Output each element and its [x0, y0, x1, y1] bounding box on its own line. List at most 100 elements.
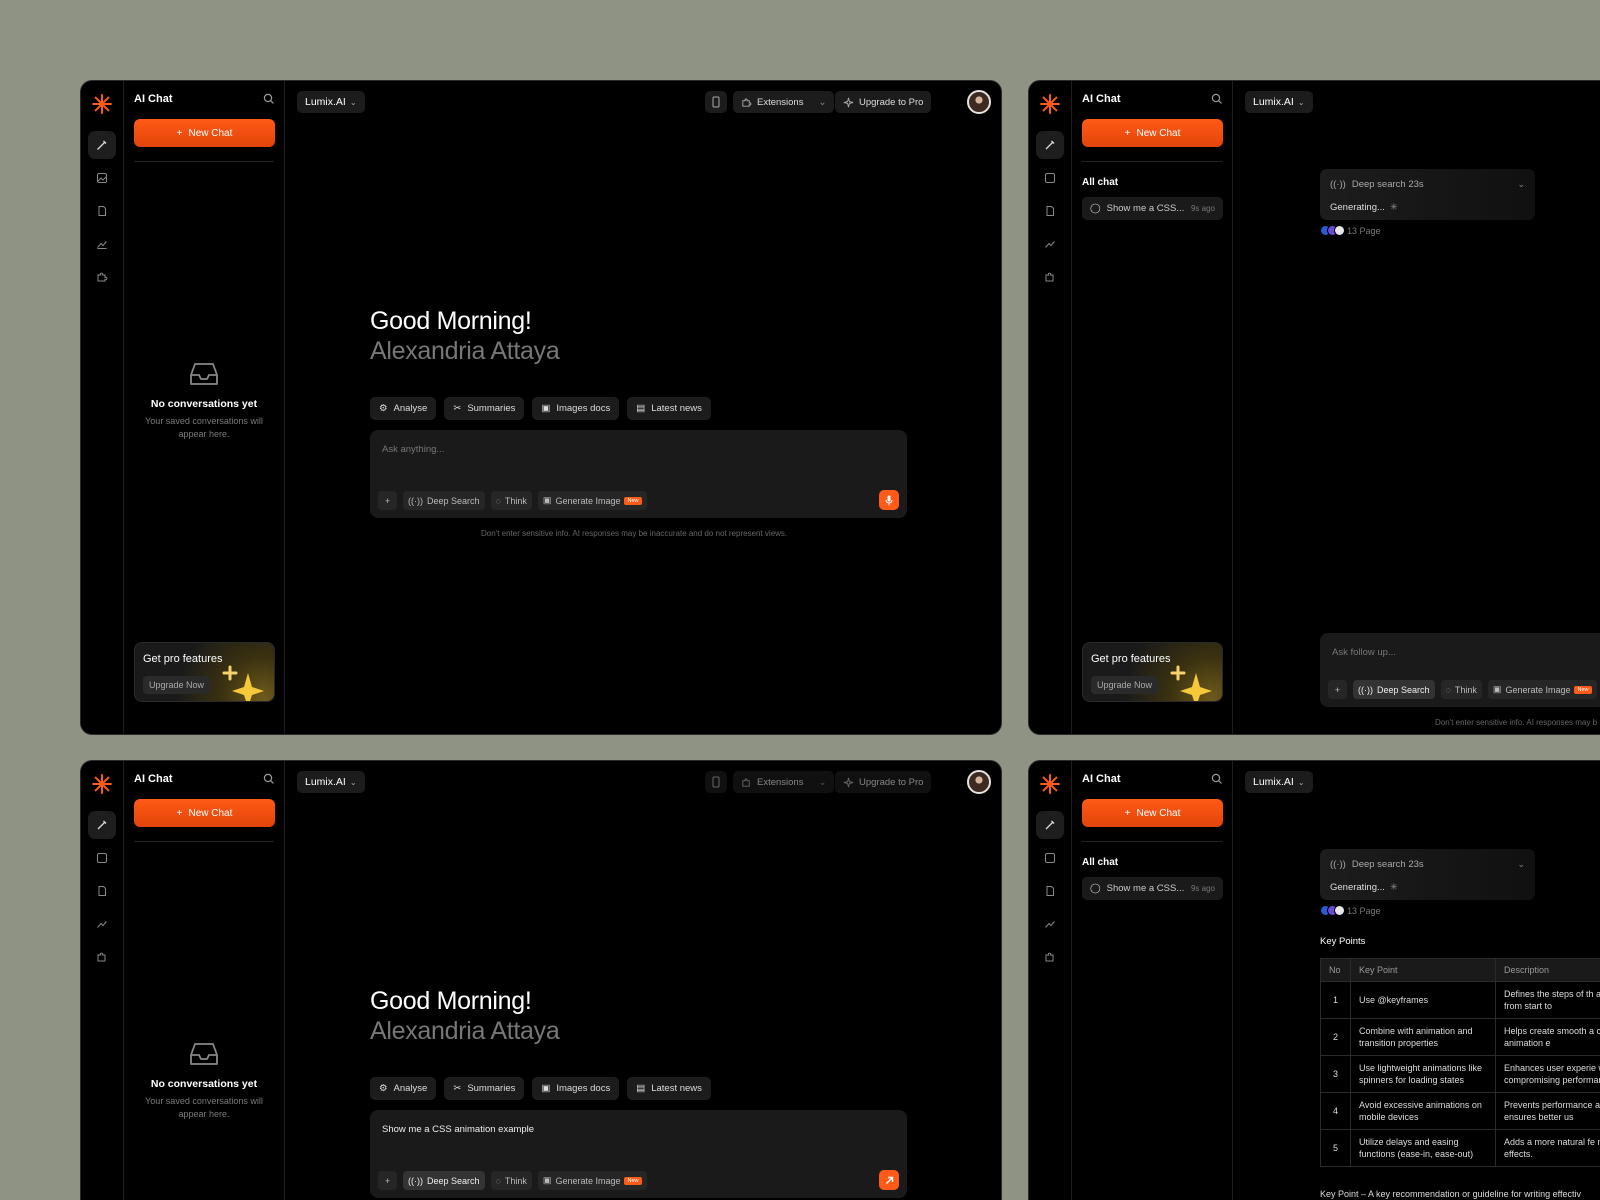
composer-tools: + ((·)) Deep Search ◌ Think ▣ Generate Imag… [378, 1171, 647, 1190]
new-chat-button[interactable]: + New Chat [1082, 119, 1223, 147]
nav-extensions-button[interactable] [1036, 943, 1064, 971]
mic-button[interactable] [879, 490, 899, 510]
model-selector[interactable]: Lumix.AI ⌄ [1245, 771, 1313, 793]
sparkle-icon [843, 777, 854, 787]
generate-image-button[interactable]: ▣ Generate Image New [537, 491, 647, 510]
nav-extensions-button[interactable] [88, 943, 116, 971]
nav-docs-button[interactable] [1036, 197, 1064, 225]
chip-images-docs[interactable]: ▣ Images docs [532, 397, 620, 420]
nav-images-button[interactable] [88, 164, 116, 192]
upgrade-now-button[interactable]: Upgrade Now [1091, 676, 1159, 694]
think-label: Think [1454, 684, 1477, 695]
avatar[interactable] [967, 90, 991, 114]
chip-label: Images docs [556, 403, 611, 414]
nav-charts-button[interactable] [88, 230, 116, 258]
nav-images-button[interactable] [1036, 164, 1064, 192]
plus-icon: + [176, 807, 183, 819]
nav-images-button[interactable] [1036, 844, 1064, 872]
nav-docs-button[interactable] [1036, 877, 1064, 905]
upgrade-now-button[interactable]: Upgrade Now [143, 676, 211, 694]
model-selector[interactable]: Lumix.AI ⌄ [1245, 91, 1313, 113]
prompt-composer[interactable]: Ask anything... + ((·)) Deep Search ◌ Thin… [370, 430, 907, 518]
generate-image-button[interactable]: ▣ Generate Image New [1487, 680, 1597, 699]
chat-history-item[interactable]: ◯ Show me a CSS... 9s ago [1082, 197, 1223, 220]
chip-latest-news[interactable]: ▤ Latest news [627, 1077, 711, 1100]
chevron-down-icon: ⌄ [818, 776, 827, 788]
attach-button[interactable]: + [378, 491, 397, 510]
new-badge: New [1574, 685, 1592, 694]
deep-search-button[interactable]: ((·)) Deep Search [403, 491, 485, 510]
search-icon[interactable] [1211, 93, 1223, 105]
followup-placeholder[interactable]: Ask follow up... [1332, 647, 1396, 658]
sources-row[interactable]: 13 Page [1320, 905, 1381, 916]
nav-charts-button[interactable] [1036, 230, 1064, 258]
attach-button[interactable]: + [378, 1171, 397, 1190]
nav-extensions-button[interactable] [88, 263, 116, 291]
prompt-input[interactable]: Show me a CSS animation example [382, 1124, 534, 1135]
deep-search-button[interactable]: ((·)) Deep Search [403, 1171, 485, 1190]
new-chat-button[interactable]: + New Chat [134, 119, 275, 147]
empty-state: No conversations yet Your saved conversa… [124, 361, 284, 441]
new-chat-button[interactable]: + New Chat [1082, 799, 1223, 827]
chat-history-item[interactable]: ◯ Show me a CSS... 9s ago [1082, 877, 1223, 900]
pro-title: Get pro features [143, 653, 223, 665]
chip-summaries[interactable]: ✂ Summaries [444, 1077, 525, 1100]
chip-latest-news[interactable]: ▤ Latest news [627, 397, 711, 420]
pen-icon [97, 820, 107, 830]
puzzle-icon [97, 272, 108, 282]
avatar[interactable] [967, 770, 991, 794]
plus-icon: + [1334, 684, 1341, 695]
device-button[interactable] [705, 771, 727, 793]
deep-search-panel[interactable]: ((·)) Deep search 23s ⌄ Generating... ✳ [1320, 849, 1535, 900]
chevron-down-icon[interactable]: ⌄ [1517, 179, 1525, 190]
extensions-button[interactable]: Extensions ⌄ [733, 771, 835, 793]
nav-docs-button[interactable] [88, 197, 116, 225]
chevron-down-icon[interactable]: ⌄ [1517, 859, 1525, 870]
nav-chat-button[interactable] [1036, 811, 1064, 839]
think-button[interactable]: ◌ Think [1440, 680, 1482, 699]
followup-composer[interactable]: Ask follow up... + ((·)) Deep Search ◌ Thi… [1320, 633, 1600, 707]
pen-icon [1045, 820, 1055, 830]
extensions-button[interactable]: Extensions ⌄ [733, 91, 835, 113]
logo-icon [1040, 774, 1060, 794]
nav-charts-button[interactable] [88, 910, 116, 938]
empty-state: No conversations yet Your saved conversa… [124, 1041, 284, 1121]
sources-row[interactable]: 13 Page [1320, 225, 1381, 236]
deep-search-button[interactable]: ((·)) Deep Search [1353, 680, 1435, 699]
sidebar-title: AI Chat [134, 773, 173, 785]
device-button[interactable] [705, 91, 727, 113]
nav-chat-button[interactable] [1036, 131, 1064, 159]
nav-charts-button[interactable] [1036, 910, 1064, 938]
search-icon[interactable] [263, 773, 275, 785]
think-button[interactable]: ◌ Think [490, 1171, 532, 1190]
new-chat-button[interactable]: + New Chat [134, 799, 275, 827]
model-selector[interactable]: Lumix.AI ⌄ [297, 771, 365, 793]
prompt-composer[interactable]: Show me a CSS animation example + ((·)) D… [370, 1110, 907, 1198]
chip-analyse[interactable]: ⚙ Analyse [370, 397, 437, 420]
chip-analyse[interactable]: ⚙ Analyse [370, 1077, 437, 1100]
search-icon[interactable] [263, 93, 275, 105]
chip-images-docs[interactable]: ▣ Images docs [532, 1077, 620, 1100]
deep-search-panel[interactable]: ((·)) Deep search 23s ⌄ Generating... ✳ [1320, 169, 1535, 220]
spinner-icon: ✳ [1389, 202, 1398, 213]
upgrade-pro-button[interactable]: Upgrade to Pro [835, 771, 932, 793]
upgrade-label: Upgrade to Pro [859, 776, 924, 788]
generate-image-button[interactable]: ▣ Generate Image New [537, 1171, 647, 1190]
attach-button[interactable]: + [1328, 680, 1347, 699]
send-button[interactable] [879, 1170, 899, 1190]
nav-images-button[interactable] [88, 844, 116, 872]
model-selector[interactable]: Lumix.AI ⌄ [297, 91, 365, 113]
chip-summaries[interactable]: ✂ Summaries [444, 397, 525, 420]
nav-chat-button[interactable] [88, 811, 116, 839]
table-cell: 1 [1320, 981, 1351, 1019]
search-icon[interactable] [1211, 773, 1223, 785]
nav-extensions-button[interactable] [1036, 263, 1064, 291]
scissors-icon: ✂ [453, 1083, 462, 1094]
nav-docs-button[interactable] [88, 877, 116, 905]
prompt-placeholder[interactable]: Ask anything... [382, 444, 444, 455]
upgrade-pro-button[interactable]: Upgrade to Pro [835, 91, 932, 113]
nav-chat-button[interactable] [88, 131, 116, 159]
think-button[interactable]: ◌ Think [490, 491, 532, 510]
plus-icon: + [1124, 127, 1131, 139]
icon-rail [81, 761, 124, 1200]
